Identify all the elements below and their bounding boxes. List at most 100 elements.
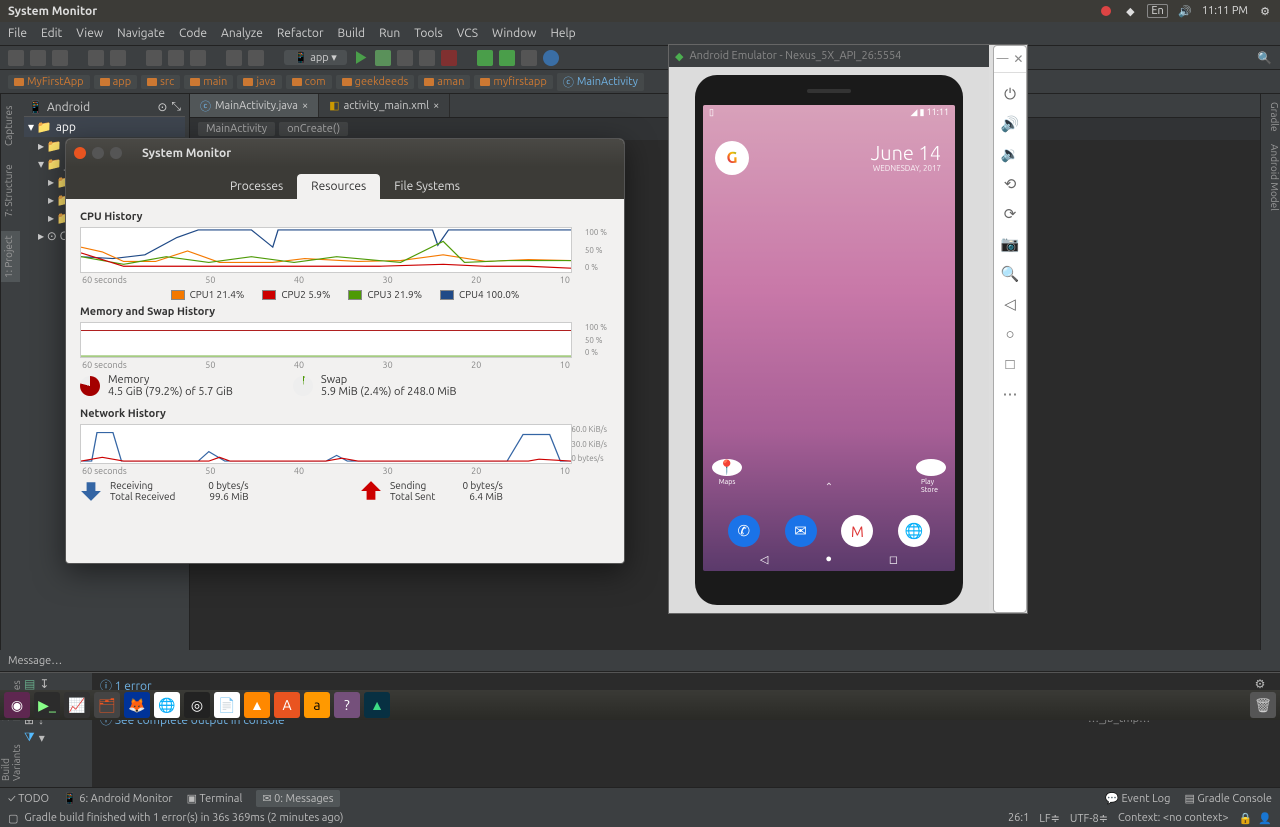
line-sep[interactable]: LF≑ <box>1039 812 1060 825</box>
menu-window[interactable]: Window <box>492 27 536 40</box>
volume-icon[interactable]: 🔊 <box>1178 4 1192 18</box>
open-icon[interactable] <box>8 50 24 66</box>
help-icon[interactable] <box>543 50 559 66</box>
clock[interactable]: 11:11 PM <box>1202 5 1248 17</box>
volume-up-icon[interactable]: 🔊 <box>1001 115 1019 133</box>
home-button[interactable]: ● <box>825 553 832 565</box>
tab-android-monitor[interactable]: 📱 6: Android Monitor <box>63 792 173 805</box>
tab-messages[interactable]: ✉ 0: Messages <box>256 790 339 807</box>
structure-icon[interactable] <box>521 50 537 66</box>
bc-geekdeeds[interactable]: geekdeeds <box>336 75 415 89</box>
tab-gradle-console[interactable]: ▤ Gradle Console <box>1184 792 1272 805</box>
back-icon[interactable] <box>226 50 242 66</box>
tab-processes[interactable]: Processes <box>216 174 297 199</box>
rotate-right-icon[interactable]: ⟳ <box>1001 205 1019 223</box>
bc-main[interactable]: main <box>184 75 233 89</box>
emulator-title-bar[interactable]: ◆ Android Emulator - Nexus_5X_API_26:555… <box>669 45 989 67</box>
tree-view-label[interactable]: Android <box>47 101 90 114</box>
menu-vcs[interactable]: VCS <box>457 27 478 40</box>
bc-src[interactable]: src <box>141 75 180 89</box>
google-search-pill[interactable]: G <box>715 141 749 175</box>
power-icon[interactable]: ⏻ <box>1001 85 1019 103</box>
minimize-icon[interactable]: — <box>996 52 1008 66</box>
filter-icon[interactable]: ▤ <box>24 677 35 691</box>
lang-indicator[interactable]: En <box>1147 4 1167 18</box>
caret-pos[interactable]: 26:1 <box>1008 812 1029 824</box>
bc-com[interactable]: com <box>286 75 332 89</box>
cut-icon[interactable] <box>146 50 162 66</box>
tab-structure[interactable]: 7: Structure <box>1 160 20 221</box>
copy-icon[interactable] <box>168 50 184 66</box>
run-config-combo[interactable]: 📱 app ▾ <box>284 50 347 65</box>
chrome-app-icon[interactable]: 🌐 <box>898 515 930 547</box>
messages-app-icon[interactable]: ✉ <box>785 515 817 547</box>
phone-app-icon[interactable]: ✆ <box>728 515 760 547</box>
debug-icon[interactable] <box>375 50 391 66</box>
obs-icon[interactable]: ◎ <box>184 692 210 718</box>
tab-todo[interactable]: ✓ TODO <box>8 793 49 805</box>
menu-run[interactable]: Run <box>379 27 400 40</box>
maximize-icon[interactable] <box>110 147 122 159</box>
avd-icon[interactable] <box>477 50 493 66</box>
close-icon[interactable]: ✕ <box>1013 52 1023 66</box>
crumb-class[interactable]: MainActivity <box>198 122 275 136</box>
run-icon[interactable] <box>353 50 369 66</box>
menu-analyze[interactable]: Analyze <box>221 27 263 40</box>
tab-activity-xml[interactable]: ◧activity_main.xml × <box>319 94 450 117</box>
overview-icon[interactable]: □ <box>1001 355 1019 373</box>
menu-tools[interactable]: Tools <box>414 27 443 40</box>
tree-settings-icon[interactable]: ⊙ <box>157 100 167 114</box>
back-button[interactable]: ◁ <box>760 553 768 566</box>
sysmon-title-bar[interactable]: System Monitor <box>66 139 624 167</box>
libreoffice-icon[interactable]: 📄 <box>214 692 240 718</box>
status-icon[interactable]: ▢ <box>8 812 18 825</box>
menu-code[interactable]: Code <box>179 27 207 40</box>
help-icon[interactable]: ? <box>334 692 360 718</box>
hector-icon[interactable]: 👤 <box>1258 812 1272 825</box>
tab-resources[interactable]: Resources <box>297 174 380 199</box>
date-widget[interactable]: June 14 WEDNESDAY, 2017 <box>871 141 941 173</box>
bc-app[interactable]: app <box>94 75 138 89</box>
back-icon[interactable]: ◁ <box>1001 295 1019 313</box>
amazon-icon[interactable]: a <box>304 692 330 718</box>
sdk-icon[interactable] <box>499 50 515 66</box>
trash-icon[interactable]: 🗑 <box>1250 692 1276 718</box>
gmail-app-icon[interactable]: M <box>841 515 873 547</box>
bc-mainactivity[interactable]: ⓒ MainActivity <box>557 73 644 91</box>
menu-refactor[interactable]: Refactor <box>277 27 324 40</box>
firefox-icon[interactable]: 🦊 <box>124 692 150 718</box>
tab-event-log[interactable]: 💬 Event Log <box>1105 792 1170 805</box>
menu-navigate[interactable]: Navigate <box>117 27 165 40</box>
crumb-method[interactable]: onCreate() <box>279 122 348 136</box>
stop-icon[interactable] <box>441 50 457 66</box>
android-studio-icon[interactable]: ▲ <box>364 692 390 718</box>
record-icon[interactable] <box>1099 4 1113 18</box>
rotate-left-icon[interactable]: ⟲ <box>1001 175 1019 193</box>
close-icon[interactable]: × <box>433 100 439 112</box>
home-icon[interactable]: ○ <box>1001 325 1019 343</box>
screenshot-icon[interactable]: 📷 <box>1001 235 1019 253</box>
zoom-icon[interactable]: 🔍 <box>1001 265 1019 283</box>
app-playstore[interactable]: ▶Play Store <box>921 459 941 479</box>
chrome-icon[interactable]: 🌐 <box>154 692 180 718</box>
volume-down-icon[interactable]: 🔉 <box>1001 145 1019 163</box>
minimize-icon[interactable] <box>92 147 104 159</box>
tab-filesystems[interactable]: File Systems <box>380 174 474 199</box>
sync-icon[interactable] <box>52 50 68 66</box>
attach-icon[interactable] <box>419 50 435 66</box>
menu-help[interactable]: Help <box>550 27 575 40</box>
menu-edit[interactable]: Edit <box>41 27 62 40</box>
android-view-icon[interactable]: 📱 <box>28 100 43 114</box>
close-icon[interactable] <box>74 147 86 159</box>
close-icon[interactable]: × <box>302 100 308 112</box>
funnel-icon[interactable]: ⧩ <box>24 731 35 745</box>
app-drawer-handle[interactable]: ⌃ <box>825 481 833 493</box>
redo-icon[interactable] <box>110 50 126 66</box>
save-icon[interactable] <box>30 50 46 66</box>
gear-icon[interactable]: ⚙ <box>1255 677 1266 691</box>
software-icon[interactable]: A <box>274 692 300 718</box>
search-icon[interactable]: 🔍 <box>1257 51 1272 65</box>
tree-root[interactable]: ▾ 📁 app <box>24 117 185 137</box>
tab-mainactivity[interactable]: ⓒMainActivity.java × <box>190 94 319 117</box>
wifi-icon[interactable]: ◆ <box>1123 4 1137 18</box>
